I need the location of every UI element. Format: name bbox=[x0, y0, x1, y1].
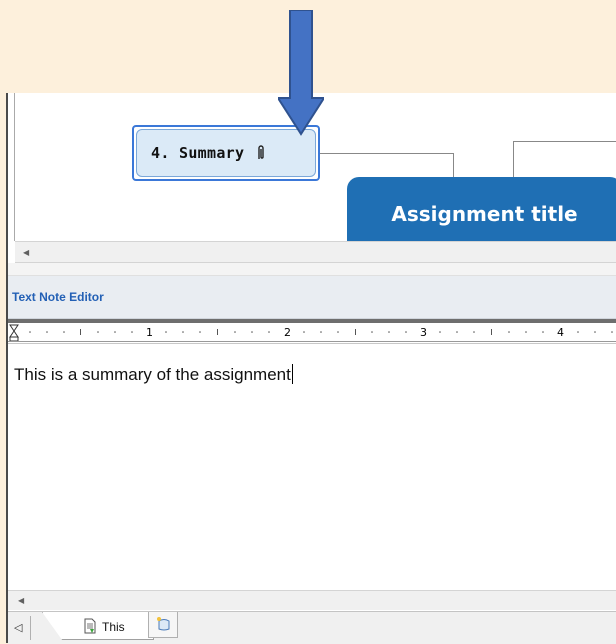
text-note-editor[interactable]: This is a summary of the assignment bbox=[8, 344, 616, 590]
text-caret bbox=[291, 364, 293, 384]
new-note-tab-button[interactable] bbox=[148, 612, 178, 638]
ruler-number: 1 bbox=[146, 326, 153, 339]
canvas-border bbox=[14, 93, 15, 241]
ruler-number: 3 bbox=[420, 326, 427, 339]
ruler-number: 4 bbox=[557, 326, 564, 339]
down-arrow-icon bbox=[278, 10, 324, 136]
connector-line bbox=[513, 141, 514, 177]
connector-line bbox=[513, 141, 616, 142]
editor-text-line[interactable]: This is a summary of the assignment bbox=[14, 364, 293, 385]
topic-summary-body[interactable]: 4. Summary bbox=[136, 129, 316, 177]
ruler-number: 2 bbox=[284, 326, 291, 339]
panel-header: Text Note Editor bbox=[8, 276, 616, 319]
central-topic-label: Assignment title bbox=[391, 202, 578, 226]
ruler-ticks bbox=[8, 324, 616, 342]
tab-nav-left-icon[interactable]: ◁ bbox=[14, 621, 22, 634]
panel-title: Text Note Editor bbox=[12, 290, 104, 304]
note-tab-label[interactable]: This bbox=[102, 620, 125, 634]
scroll-left-icon[interactable]: ◀ bbox=[18, 596, 24, 605]
ruler[interactable]: 1 2 3 4 bbox=[8, 323, 616, 344]
connector-line bbox=[320, 153, 454, 154]
note-page-icon bbox=[84, 618, 96, 634]
indent-marker-icon bbox=[9, 324, 19, 338]
note-tab[interactable] bbox=[42, 612, 154, 640]
central-topic[interactable]: Assignment title bbox=[347, 177, 616, 241]
topic-summary-label: 4. Summary bbox=[151, 144, 245, 162]
panel-splitter[interactable] bbox=[8, 263, 616, 276]
map-horizontal-scrollbar[interactable]: ◀ bbox=[15, 241, 616, 263]
editor-horizontal-scrollbar[interactable]: ◀ bbox=[8, 590, 616, 610]
paperclip-icon[interactable] bbox=[256, 144, 266, 162]
connector-line bbox=[453, 153, 454, 177]
scroll-left-icon[interactable]: ◀ bbox=[23, 248, 29, 257]
note-text: This is a summary of the assignment bbox=[14, 365, 291, 384]
tab-divider bbox=[30, 616, 31, 640]
mindmap-window: 4. Summary Assignment title ◀ Text Note … bbox=[6, 93, 616, 644]
new-note-icon bbox=[157, 617, 170, 631]
note-tabstrip: ◁ This bbox=[8, 611, 616, 644]
